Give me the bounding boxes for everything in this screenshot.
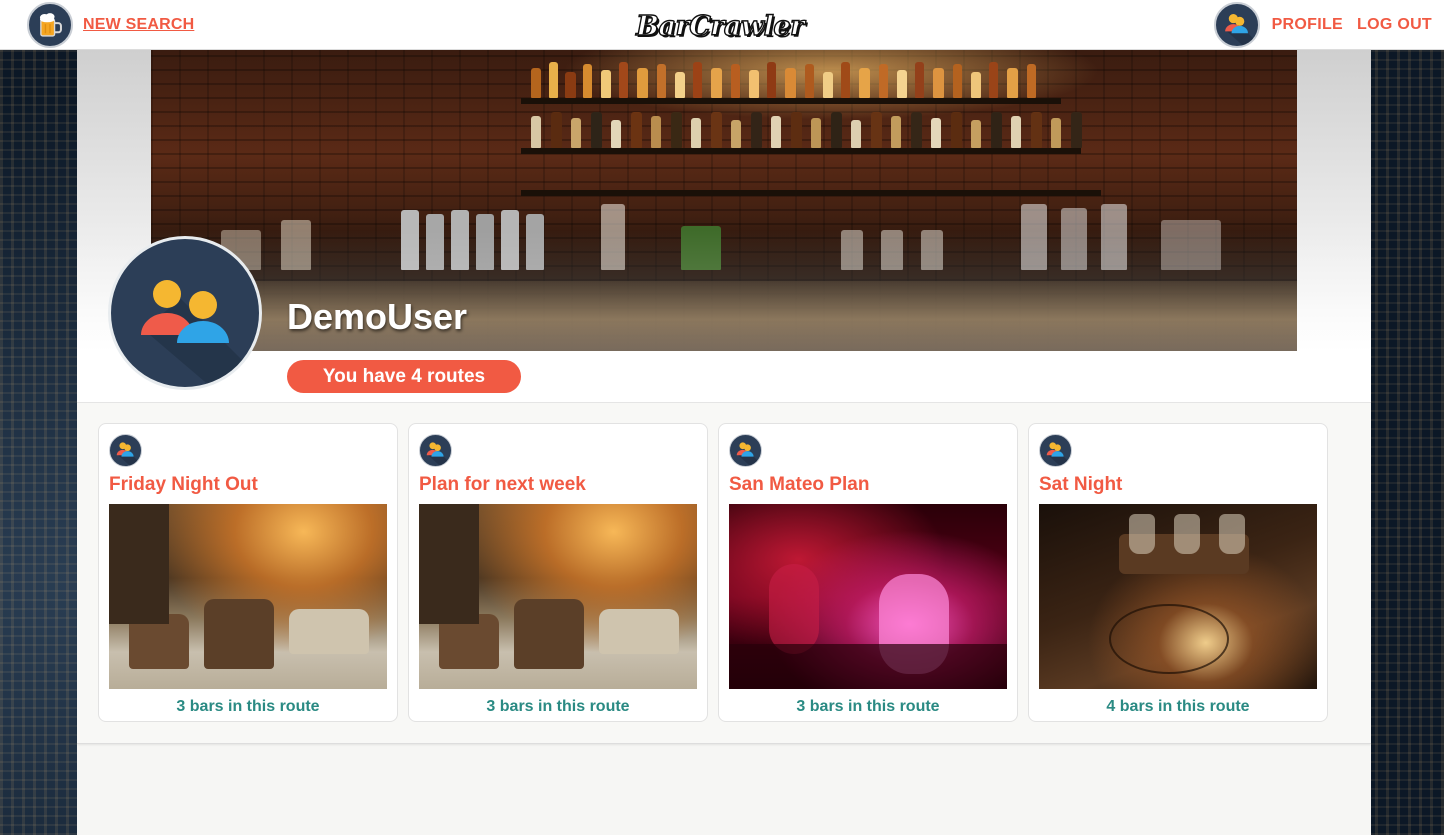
route-card[interactable]: San Mateo Plan 3 bars in this route [718,423,1018,722]
new-search-link[interactable]: NEW SEARCH [83,16,194,34]
profile-hero [77,50,1371,351]
users-avatar-icon [109,434,142,467]
route-title[interactable]: Friday Night Out [109,474,258,496]
route-card[interactable]: Sat Night 4 bars in this route [1028,423,1328,722]
profile-username: DemoUser [287,296,468,337]
route-card[interactable]: Friday Night Out 3 bars in this route [98,423,398,722]
routes-section: Friday Night Out 3 bars in this route Pl… [77,403,1371,744]
barcrawler-logo[interactable]: BarCrawler [635,6,805,46]
route-card[interactable]: Plan for next week 3 bars in this route [408,423,708,722]
beer-mug-icon[interactable] [27,2,73,48]
route-title[interactable]: Plan for next week [419,474,586,496]
route-cards: Friday Night Out 3 bars in this route Pl… [98,423,1338,722]
profile-info-strip [77,351,1371,403]
route-title[interactable]: San Mateo Plan [729,474,869,496]
profile-link[interactable]: PROFILE [1272,16,1343,34]
routes-count-badge: You have 4 routes [287,360,521,393]
profile-panel: DemoUser You have 4 routes Friday Night … [77,50,1371,835]
route-bar-count: 3 bars in this route [176,698,320,715]
route-bar-count: 3 bars in this route [486,698,630,715]
top-navbar: NEW SEARCH BarCrawler PROFILE LOG OUT [0,0,1444,50]
route-photo[interactable] [729,504,1007,689]
users-avatar-icon[interactable] [1213,2,1260,48]
nav-right: PROFILE LOG OUT [1213,2,1432,48]
users-avatar-icon [108,236,262,390]
route-bar-count: 4 bars in this route [1106,698,1250,715]
users-avatar-icon [729,434,762,467]
logout-link[interactable]: LOG OUT [1357,16,1432,34]
route-title[interactable]: Sat Night [1039,474,1122,496]
users-avatar-icon [1039,434,1072,467]
nav-left: NEW SEARCH [27,2,194,48]
users-avatar-icon [419,434,452,467]
route-bar-count: 3 bars in this route [796,698,940,715]
route-photo[interactable] [109,504,387,689]
route-photo[interactable] [419,504,697,689]
route-photo[interactable] [1039,504,1317,689]
